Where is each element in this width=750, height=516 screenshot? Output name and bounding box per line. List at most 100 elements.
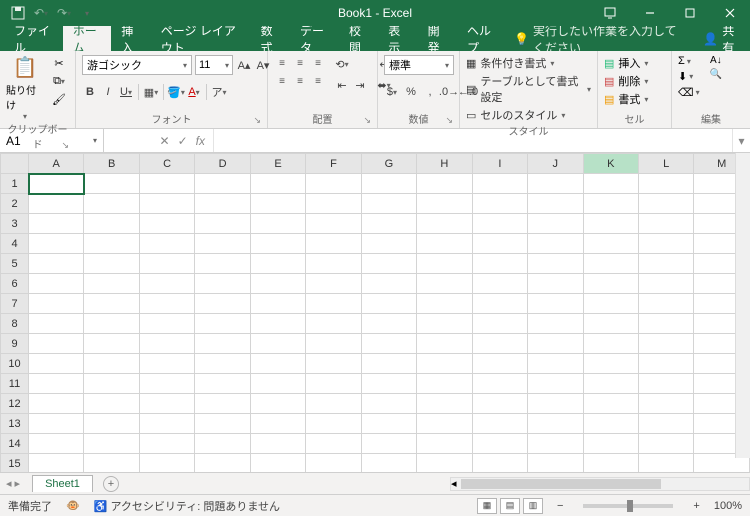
cell-B12[interactable] [84, 394, 139, 414]
cell-J14[interactable] [528, 434, 583, 454]
cell-K13[interactable] [583, 414, 638, 434]
page-layout-view-button[interactable]: ▤ [500, 498, 520, 514]
cell-C4[interactable] [139, 234, 194, 254]
cell-C8[interactable] [139, 314, 194, 334]
cell-D12[interactable] [195, 394, 250, 414]
cell-F7[interactable] [306, 294, 361, 314]
row-header-3[interactable]: 3 [1, 214, 29, 234]
cell-E15[interactable] [250, 454, 305, 473]
cell-F5[interactable] [306, 254, 361, 274]
cell-B5[interactable] [84, 254, 139, 274]
cut-button[interactable]: ✂ [50, 55, 68, 71]
cell-E4[interactable] [250, 234, 305, 254]
insert-function-button[interactable]: fx [196, 134, 205, 148]
cell-D5[interactable] [195, 254, 250, 274]
cell-I15[interactable] [472, 454, 527, 473]
cell-F4[interactable] [306, 234, 361, 254]
tab-view[interactable]: 表示 [378, 26, 417, 51]
number-dialog-launcher[interactable]: ↘ [445, 115, 453, 126]
row-header-6[interactable]: 6 [1, 274, 29, 294]
col-header-L[interactable]: L [638, 154, 693, 174]
cell-K15[interactable] [583, 454, 638, 473]
cell-A1[interactable] [29, 174, 84, 194]
cell-M9[interactable] [694, 334, 750, 354]
cell-J12[interactable] [528, 394, 583, 414]
clipboard-dialog-launcher[interactable]: ↘ [61, 140, 69, 151]
cell-G5[interactable] [361, 254, 416, 274]
cell-H1[interactable] [417, 174, 472, 194]
cell-C13[interactable] [139, 414, 194, 434]
cell-E11[interactable] [250, 374, 305, 394]
format-as-table-button[interactable]: ▤テーブルとして書式設定▾ [466, 73, 591, 105]
cell-H7[interactable] [417, 294, 472, 314]
col-header-B[interactable]: B [84, 154, 139, 174]
col-header-D[interactable]: D [195, 154, 250, 174]
cell-C1[interactable] [139, 174, 194, 194]
cell-I1[interactable] [472, 174, 527, 194]
cell-G4[interactable] [361, 234, 416, 254]
col-header-C[interactable]: C [139, 154, 194, 174]
cell-E6[interactable] [250, 274, 305, 294]
find-select-button[interactable]: 🔍 [710, 69, 722, 80]
insert-cells-button[interactable]: ▤挿入▾ [604, 55, 648, 71]
font-dialog-launcher[interactable]: ↘ [253, 115, 261, 126]
row-header-9[interactable]: 9 [1, 334, 29, 354]
cell-A15[interactable] [29, 454, 84, 473]
minimize-button[interactable] [630, 0, 670, 26]
cell-C14[interactable] [139, 434, 194, 454]
cell-G14[interactable] [361, 434, 416, 454]
cell-M3[interactable] [694, 214, 750, 234]
cell-I11[interactable] [472, 374, 527, 394]
cell-L9[interactable] [638, 334, 693, 354]
orientation-button[interactable]: ⟲▾ [334, 55, 350, 73]
cell-I3[interactable] [472, 214, 527, 234]
cell-I10[interactable] [472, 354, 527, 374]
cell-J13[interactable] [528, 414, 583, 434]
qat-customize[interactable]: ▾ [77, 3, 97, 23]
cell-F11[interactable] [306, 374, 361, 394]
cell-L1[interactable] [638, 174, 693, 194]
cell-D14[interactable] [195, 434, 250, 454]
cell-H13[interactable] [417, 414, 472, 434]
cell-H3[interactable] [417, 214, 472, 234]
italic-button[interactable]: I [100, 83, 116, 101]
cell-A3[interactable] [29, 214, 84, 234]
enter-formula-button[interactable]: ✓ [178, 134, 188, 148]
row-header-1[interactable]: 1 [1, 174, 29, 194]
cell-J9[interactable] [528, 334, 583, 354]
cell-J10[interactable] [528, 354, 583, 374]
number-format-combo[interactable]: 標準▾ [384, 55, 454, 75]
cell-H5[interactable] [417, 254, 472, 274]
tab-page-layout[interactable]: ページ レイアウト [151, 26, 251, 51]
zoom-out-button[interactable]: − [557, 500, 563, 512]
col-header-K[interactable]: K [583, 154, 638, 174]
row-header-10[interactable]: 10 [1, 354, 29, 374]
cell-E7[interactable] [250, 294, 305, 314]
cell-J11[interactable] [528, 374, 583, 394]
align-right[interactable]: ≡ [310, 73, 326, 89]
cell-E1[interactable] [250, 174, 305, 194]
cell-M8[interactable] [694, 314, 750, 334]
cell-G9[interactable] [361, 334, 416, 354]
bold-button[interactable]: B [82, 83, 98, 101]
cell-J2[interactable] [528, 194, 583, 214]
row-header-13[interactable]: 13 [1, 414, 29, 434]
zoom-level[interactable]: 100% [714, 500, 742, 512]
cell-F15[interactable] [306, 454, 361, 473]
cell-L15[interactable] [638, 454, 693, 473]
cell-I14[interactable] [472, 434, 527, 454]
cell-M7[interactable] [694, 294, 750, 314]
cell-D8[interactable] [195, 314, 250, 334]
cell-F12[interactable] [306, 394, 361, 414]
cell-E12[interactable] [250, 394, 305, 414]
cell-A2[interactable] [29, 194, 84, 214]
cell-H6[interactable] [417, 274, 472, 294]
cell-I8[interactable] [472, 314, 527, 334]
increase-indent[interactable]: ⇥ [352, 76, 368, 94]
cell-E14[interactable] [250, 434, 305, 454]
tab-data[interactable]: データ [290, 26, 339, 51]
cell-J5[interactable] [528, 254, 583, 274]
new-sheet-button[interactable]: + [103, 476, 119, 492]
cell-E9[interactable] [250, 334, 305, 354]
col-header-A[interactable]: A [29, 154, 84, 174]
